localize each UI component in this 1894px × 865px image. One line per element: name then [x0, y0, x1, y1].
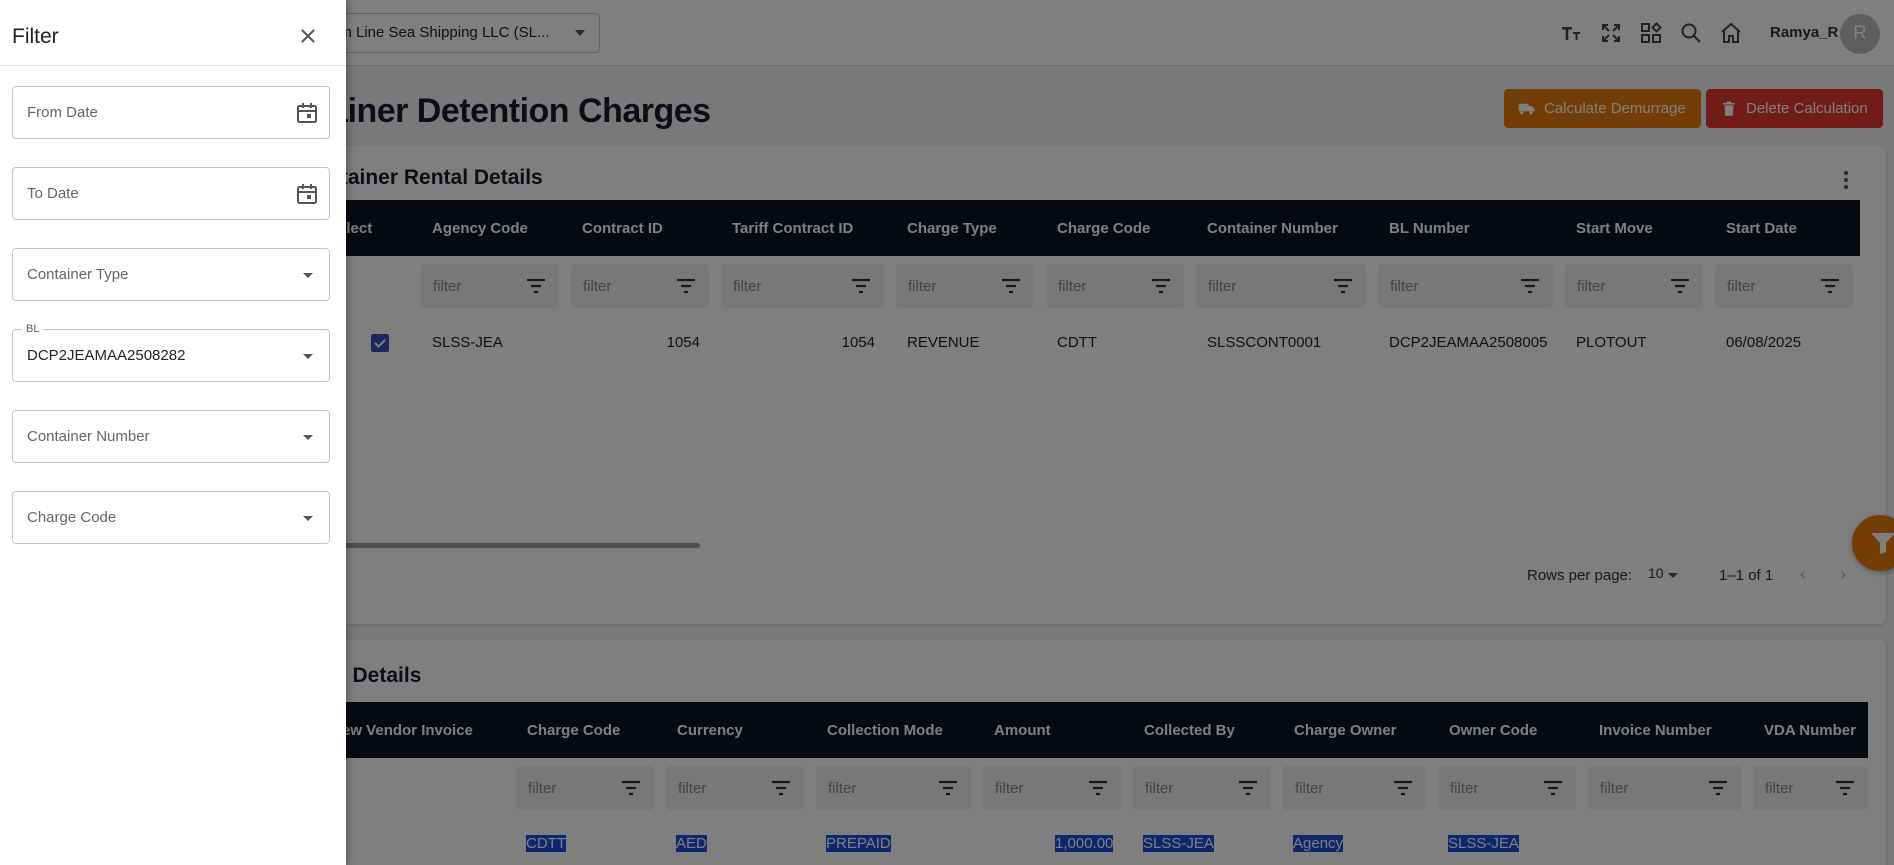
container-number-select[interactable]: Container Number — [12, 410, 330, 463]
filter-drawer-title: Filter — [12, 25, 59, 48]
bl-select[interactable]: BL DCP2JEAMAA2508282 — [12, 323, 330, 382]
bl-value: DCP2JEAMAA2508282 — [27, 347, 186, 364]
charge-code-select[interactable]: Charge Code — [12, 491, 330, 544]
container-number-placeholder: Container Number — [27, 428, 150, 445]
calendar-icon[interactable] — [295, 182, 319, 206]
from-date-field[interactable]: From Date — [12, 86, 330, 139]
filter-drawer: Filter From Date To Date Container Type … — [0, 0, 346, 865]
charge-code-placeholder: Charge Code — [27, 509, 117, 526]
calendar-icon[interactable] — [295, 101, 319, 125]
close-icon[interactable] — [296, 24, 320, 48]
to-date-field[interactable]: To Date — [12, 167, 330, 220]
to-date-placeholder: To Date — [27, 185, 79, 202]
bl-label: BL — [22, 323, 44, 335]
chevron-down-icon — [303, 516, 313, 521]
container-type-placeholder: Container Type — [27, 266, 129, 283]
container-type-select[interactable]: Container Type — [12, 248, 330, 301]
from-date-placeholder: From Date — [27, 104, 98, 121]
chevron-down-icon — [303, 435, 313, 440]
chevron-down-icon — [303, 273, 313, 278]
chevron-down-icon — [303, 354, 313, 359]
filter-drawer-header: Filter — [0, 0, 346, 66]
